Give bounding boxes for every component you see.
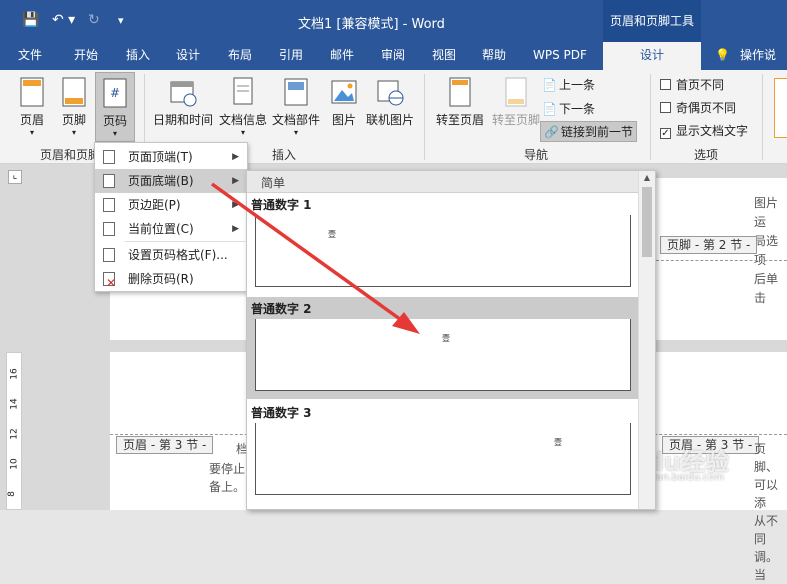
arrow-shaft xyxy=(210,182,406,324)
body-text-line: 调。当 xyxy=(754,550,779,582)
red-arrow-annotation xyxy=(210,182,420,334)
body-text-line: 从不同 xyxy=(754,514,779,546)
